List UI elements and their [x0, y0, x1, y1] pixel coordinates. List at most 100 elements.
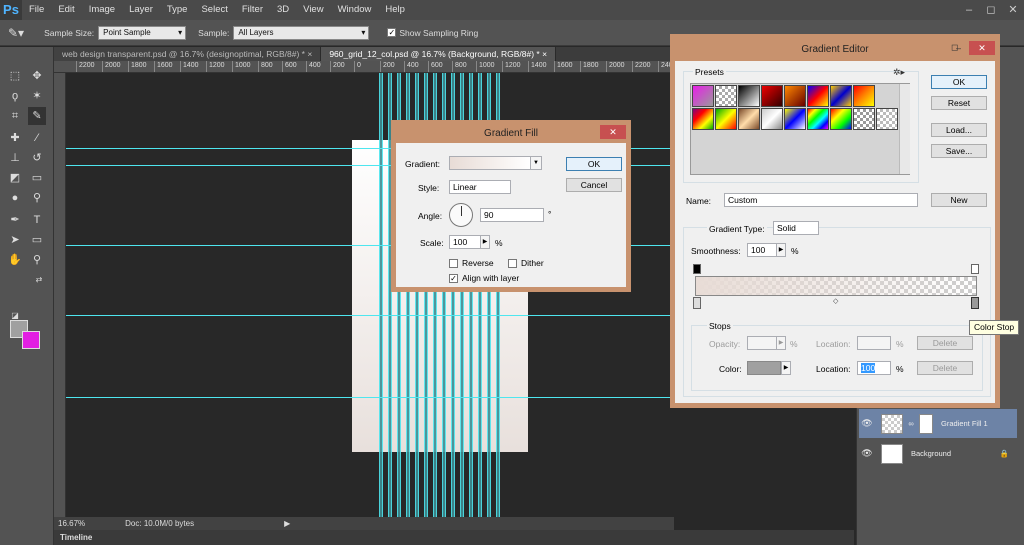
reverse-checkbox[interactable]: [449, 259, 458, 268]
preset-swatch[interactable]: [784, 85, 806, 107]
angle-input[interactable]: 90: [480, 208, 544, 222]
preset-swatch[interactable]: [784, 108, 806, 130]
color-stop-icon[interactable]: [693, 297, 701, 309]
hand-tool-icon[interactable]: ✋: [6, 251, 24, 269]
pen-tool-icon[interactable]: ✒: [6, 211, 24, 229]
color-stop-menu-icon[interactable]: ▶: [781, 361, 791, 375]
gradient-type-select[interactable]: Solid: [773, 221, 819, 235]
status-menu-icon[interactable]: ▶: [284, 519, 290, 528]
preset-swatch[interactable]: [738, 108, 760, 130]
menu-image[interactable]: Image: [82, 0, 122, 20]
preset-swatch[interactable]: [853, 108, 875, 130]
eyedropper-tool-icon[interactable]: ✎: [28, 107, 46, 125]
clone-stamp-icon[interactable]: ⊥: [6, 149, 24, 167]
layer-row-background[interactable]: 👁 Background 🔒: [859, 439, 1017, 468]
preset-swatch[interactable]: [807, 108, 829, 130]
color-stop-selected-icon[interactable]: [971, 297, 979, 309]
stop-color-swatch[interactable]: [747, 361, 781, 375]
scale-input[interactable]: 100: [449, 235, 481, 249]
preset-swatch[interactable]: [692, 85, 714, 107]
dodge-tool-icon[interactable]: ⚲: [28, 189, 46, 207]
healing-brush-icon[interactable]: ✚: [6, 129, 24, 147]
swap-colors-icon[interactable]: ⇄: [30, 271, 48, 289]
background-color-swatch[interactable]: [22, 331, 40, 349]
opacity-stop-icon[interactable]: [693, 264, 701, 274]
sample-select[interactable]: All Layers: [233, 25, 370, 40]
menu-file[interactable]: File: [22, 0, 51, 20]
close-icon[interactable]: ✕: [969, 41, 995, 55]
zoom-tool-icon[interactable]: ⚲: [28, 251, 46, 269]
align-with-layer-checkbox[interactable]: ✓: [449, 274, 458, 283]
smoothness-input[interactable]: 100: [747, 243, 777, 257]
menu-3d[interactable]: 3D: [270, 0, 296, 20]
timeline-panel-tab[interactable]: Timeline: [54, 530, 854, 545]
dither-checkbox[interactable]: [508, 259, 517, 268]
eyedropper-icon[interactable]: ✎▾: [8, 26, 24, 40]
angle-dial[interactable]: [449, 203, 473, 227]
menu-help[interactable]: Help: [378, 0, 412, 20]
menu-view[interactable]: View: [296, 0, 330, 20]
preset-swatch[interactable]: [692, 108, 714, 130]
gradient-preview-bar[interactable]: [695, 276, 977, 296]
layer-row-gradient-fill[interactable]: 👁 ∞ Gradient Fill 1: [859, 409, 1017, 438]
menu-window[interactable]: Window: [331, 0, 379, 20]
rectangle-tool-icon[interactable]: ▭: [28, 231, 46, 249]
tab-web-design[interactable]: web design transparent.psd @ 16.7% (desi…: [54, 47, 322, 61]
preset-swatch[interactable]: [761, 85, 783, 107]
preset-swatch[interactable]: [830, 85, 852, 107]
opacity-stop-icon[interactable]: [971, 264, 979, 274]
eraser-tool-icon[interactable]: ◩: [6, 169, 24, 187]
visibility-eye-icon[interactable]: 👁: [859, 418, 875, 429]
blur-tool-icon[interactable]: ●: [6, 189, 24, 207]
history-brush-icon[interactable]: ↺: [28, 149, 46, 167]
close-icon[interactable]: ✕: [1002, 0, 1024, 20]
midpoint-diamond-icon[interactable]: ◇: [833, 297, 838, 305]
preset-swatch[interactable]: [876, 108, 898, 130]
sampling-ring-checkbox[interactable]: ✓: [387, 28, 397, 37]
smoothness-stepper-icon[interactable]: ▶: [776, 243, 786, 257]
zoom-level[interactable]: 16.67%: [58, 519, 85, 528]
menu-layer[interactable]: Layer: [122, 0, 160, 20]
scale-stepper-icon[interactable]: ▶: [480, 235, 490, 249]
brush-tool-icon[interactable]: ⁄: [28, 129, 46, 147]
ok-button[interactable]: OK: [931, 75, 987, 89]
close-icon[interactable]: ✕: [600, 125, 626, 139]
preset-swatch[interactable]: [761, 108, 783, 130]
preset-swatch[interactable]: [738, 85, 760, 107]
tab-960-grid[interactable]: 960_grid_12_col.psd @ 16.7% (Background,…: [321, 47, 557, 61]
move-tool-icon[interactable]: ✥: [28, 67, 46, 85]
layer-name[interactable]: Background: [911, 449, 951, 458]
menu-select[interactable]: Select: [194, 0, 234, 20]
name-input[interactable]: Custom: [724, 193, 918, 207]
marquee-tool-icon[interactable]: ⬚: [6, 67, 24, 85]
magic-wand-icon[interactable]: ✶: [28, 87, 46, 105]
preset-swatch[interactable]: [715, 85, 737, 107]
menu-type[interactable]: Type: [160, 0, 195, 20]
load-button[interactable]: Load...: [931, 123, 987, 137]
menu-filter[interactable]: Filter: [235, 0, 270, 20]
gradient-tool-icon[interactable]: ▭: [28, 169, 46, 187]
path-selection-icon[interactable]: ➤: [6, 231, 24, 249]
sample-size-select[interactable]: Point Sample: [98, 25, 187, 40]
maximize-icon[interactable]: ◻: [951, 42, 963, 53]
gradient-dropdown-icon[interactable]: ▼: [530, 156, 542, 170]
new-button[interactable]: New: [931, 193, 987, 207]
presets-gear-icon[interactable]: ✲▸: [893, 67, 905, 78]
reset-button[interactable]: Reset: [931, 96, 987, 110]
maximize-icon[interactable]: ◻: [980, 0, 1002, 20]
lasso-tool-icon[interactable]: ϙ: [6, 87, 24, 105]
gradient-preview[interactable]: [449, 156, 531, 170]
preset-swatch[interactable]: [715, 108, 737, 130]
crop-tool-icon[interactable]: ⌗: [6, 107, 24, 125]
style-select[interactable]: Linear: [449, 180, 511, 194]
cancel-button[interactable]: Cancel: [566, 178, 622, 192]
menu-edit[interactable]: Edit: [51, 0, 81, 20]
color-location-input[interactable]: 100: [857, 361, 891, 375]
preset-swatch[interactable]: [807, 85, 829, 107]
ok-button[interactable]: OK: [566, 157, 622, 171]
type-tool-icon[interactable]: T: [28, 211, 46, 229]
preset-swatch[interactable]: [830, 108, 852, 130]
save-button[interactable]: Save...: [931, 144, 987, 158]
preset-swatch[interactable]: [853, 85, 875, 107]
minimize-icon[interactable]: –: [958, 0, 980, 20]
